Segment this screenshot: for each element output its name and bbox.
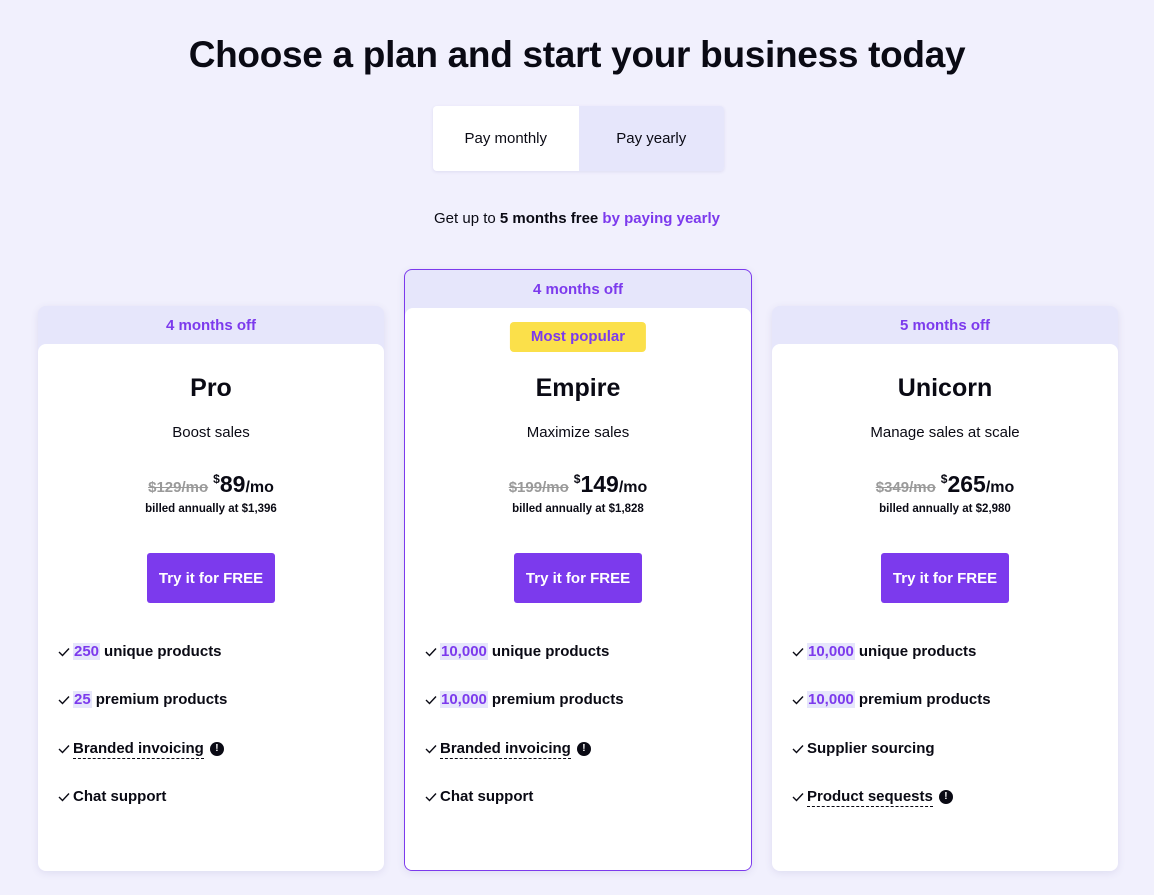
discount-ribbon: 5 months off bbox=[900, 316, 990, 334]
feature-item: Branded invoicing! bbox=[58, 740, 374, 788]
feature-text: premium products bbox=[95, 691, 228, 709]
old-price: $129/mo bbox=[148, 479, 209, 496]
billed-note: billed annually at $1,828 bbox=[512, 503, 644, 515]
plan-card-empire: 4 months off Most popular Empire Maximiz… bbox=[404, 269, 752, 871]
pricing-page: Choose a plan and start your business to… bbox=[0, 0, 1154, 895]
currency-symbol: $ bbox=[213, 472, 220, 486]
feature-highlight: 250 bbox=[73, 643, 101, 660]
check-icon bbox=[425, 792, 437, 802]
current-price: 149 bbox=[580, 471, 619, 497]
plan-card-pro: 4 months off Pro Boost sales $129/mo $89/… bbox=[38, 306, 384, 871]
promo-bold: 5 months free bbox=[499, 210, 599, 227]
feature-text: unique products bbox=[104, 643, 222, 660]
check-icon bbox=[792, 792, 804, 802]
feature-item: Product sequests! bbox=[792, 788, 1108, 836]
pay-yearly-option[interactable]: Pay yearly bbox=[578, 106, 724, 171]
page-title: Choose a plan and start your business to… bbox=[188, 34, 966, 75]
feature-text: Chat support bbox=[73, 787, 167, 805]
feature-text: premium products bbox=[858, 691, 991, 709]
feature-text: unique products bbox=[858, 643, 977, 660]
price-row: $129/mo $89/mo bbox=[38, 471, 384, 498]
feature-item: Branded invoicing! bbox=[425, 740, 741, 788]
price-period: /mo bbox=[245, 479, 274, 496]
info-icon[interactable]: ! bbox=[576, 741, 591, 756]
old-price: $349/mo bbox=[875, 479, 936, 496]
check-icon bbox=[425, 648, 437, 657]
feature-text-tooltip[interactable]: Branded invoicing bbox=[73, 740, 204, 759]
promo-text: Get up to 5 months free by paying yearly bbox=[0, 210, 1154, 227]
price-period: /mo bbox=[618, 479, 648, 496]
check-icon bbox=[425, 744, 437, 754]
plan-tagline: Manage sales at scale bbox=[870, 424, 1020, 441]
plan-card-unicorn: 5 months off Unicorn Manage sales at sca… bbox=[772, 306, 1118, 871]
try-free-button[interactable]: Try it for FREE bbox=[881, 553, 1009, 603]
feature-item: Chat support bbox=[425, 788, 741, 836]
feature-list: 10,000 unique products 10,000 premium prod… bbox=[792, 643, 1108, 836]
current-price: 89 bbox=[219, 471, 246, 497]
plan-name: Unicorn bbox=[897, 374, 993, 402]
feature-text: Chat support bbox=[440, 787, 534, 805]
plan-name: Empire bbox=[535, 374, 621, 402]
info-icon[interactable]: ! bbox=[938, 789, 953, 804]
feature-list: 250 unique products 25 premium products Br… bbox=[58, 643, 374, 836]
feature-highlight: 25 bbox=[73, 691, 92, 709]
feature-item: Chat support bbox=[58, 788, 374, 836]
discount-ribbon: 4 months off bbox=[166, 316, 256, 334]
feature-highlight: 10,000 bbox=[440, 691, 488, 709]
price-row: $199/mo $149/mo bbox=[405, 471, 751, 498]
feature-item: 10,000 premium products bbox=[792, 691, 1108, 739]
feature-text: unique products bbox=[491, 643, 610, 660]
check-icon bbox=[792, 648, 804, 657]
old-price: $199/mo bbox=[508, 479, 569, 496]
feature-highlight: 10,000 bbox=[440, 643, 488, 660]
feature-highlight: 10,000 bbox=[807, 691, 855, 709]
feature-item: Supplier sourcing bbox=[792, 740, 1108, 788]
plan-card-body: Most popular Empire Maximize sales $199/… bbox=[405, 308, 751, 870]
check-icon bbox=[792, 744, 804, 754]
discount-ribbon: 4 months off bbox=[533, 280, 623, 298]
check-icon bbox=[425, 696, 437, 705]
feature-highlight: 10,000 bbox=[807, 643, 855, 660]
current-price: 265 bbox=[947, 471, 986, 497]
price-row: $349/mo $265/mo bbox=[772, 471, 1118, 498]
plan-card-body: Unicorn Manage sales at scale $349/mo $26… bbox=[772, 344, 1118, 871]
feature-text-tooltip[interactable]: Product sequests bbox=[807, 788, 933, 807]
feature-item: 10,000 unique products bbox=[425, 643, 741, 691]
info-icon[interactable]: ! bbox=[209, 741, 224, 756]
check-icon bbox=[792, 696, 804, 705]
feature-text: Supplier sourcing bbox=[807, 739, 935, 757]
try-free-button[interactable]: Try it for FREE bbox=[514, 553, 642, 603]
feature-item: 10,000 premium products bbox=[425, 691, 741, 739]
billed-note: billed annually at $1,396 bbox=[145, 503, 277, 515]
feature-item: 25 premium products bbox=[58, 691, 374, 739]
price-period: /mo bbox=[985, 479, 1015, 496]
try-free-button[interactable]: Try it for FREE bbox=[147, 553, 275, 603]
plan-card-body: Pro Boost sales $129/mo $89/mo billed ann… bbox=[38, 344, 384, 871]
check-icon bbox=[58, 648, 70, 657]
promo-prefix: Get up to bbox=[434, 210, 500, 227]
promo-accent: by paying yearly bbox=[602, 210, 720, 227]
check-icon bbox=[58, 792, 70, 802]
pay-monthly-option[interactable]: Pay monthly bbox=[433, 106, 579, 171]
feature-text: premium products bbox=[491, 691, 624, 709]
feature-list: 10,000 unique products 10,000 premium prod… bbox=[425, 643, 741, 836]
feature-item: 10,000 unique products bbox=[792, 643, 1108, 691]
billing-toggle: Pay monthly Pay yearly bbox=[433, 106, 724, 171]
plan-name: Pro bbox=[190, 374, 232, 402]
plan-tagline: Boost sales bbox=[172, 424, 250, 441]
feature-item: 250 unique products bbox=[58, 643, 374, 691]
feature-text-tooltip[interactable]: Branded invoicing bbox=[440, 740, 571, 759]
most-popular-badge: Most popular bbox=[509, 322, 647, 352]
billed-note: billed annually at $2,980 bbox=[879, 503, 1011, 515]
plan-tagline: Maximize sales bbox=[526, 424, 630, 441]
check-icon bbox=[58, 744, 70, 754]
check-icon bbox=[58, 696, 70, 705]
